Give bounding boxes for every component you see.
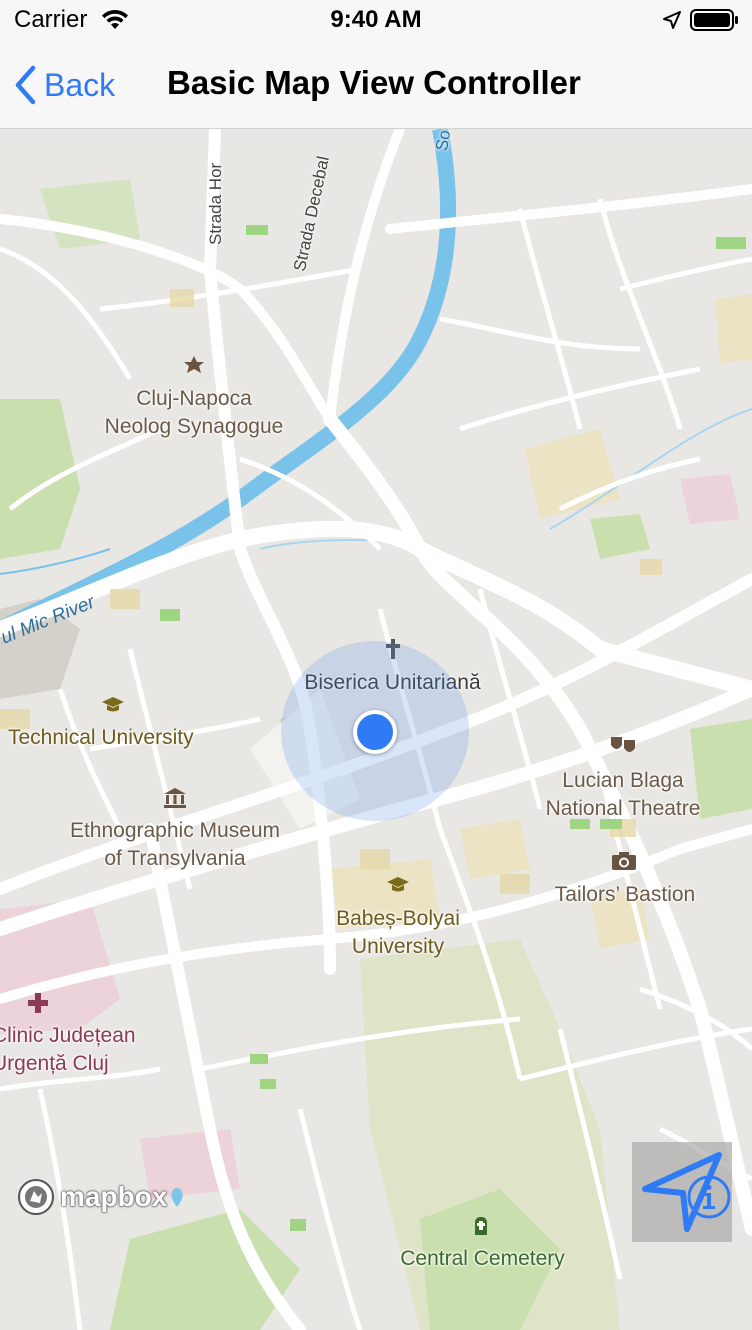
poi-babes-bolyai-label[interactable]: Babeș-Bolyai University xyxy=(308,905,488,961)
chevron-left-icon xyxy=(15,65,36,105)
navigation-bar: Back Basic Map View Controller xyxy=(0,42,752,129)
page-title: Basic Map View Controller xyxy=(167,64,581,101)
back-label: Back xyxy=(44,66,116,103)
battery-icon xyxy=(690,9,738,31)
mapbox-logo[interactable]: mapbox xyxy=(16,1177,187,1217)
camera-icon xyxy=(612,852,636,870)
hospital-icon xyxy=(28,993,48,1013)
poi-cemetery-label[interactable]: Central Cemetery xyxy=(380,1245,585,1273)
graduation-cap-icon xyxy=(102,697,124,712)
poi-technical-university-label[interactable]: Technical University xyxy=(8,724,223,752)
mapbox-pin-icon xyxy=(171,1188,183,1207)
user-location-dot[interactable] xyxy=(353,710,397,754)
graduation-cap-icon xyxy=(387,877,409,892)
museum-icon xyxy=(164,788,186,808)
mapbox-mark-icon xyxy=(18,1179,54,1215)
poi-theatre-label[interactable]: Lucian Blaga National Theatre xyxy=(528,767,718,823)
poi-hospital-label[interactable]: Clinic Județean Urgență Cluj xyxy=(0,1022,172,1078)
screen: Carrier 9:40 AM Back Basic Map View Cont… xyxy=(0,0,752,1330)
theatre-icon xyxy=(611,737,635,752)
status-time: 9:40 AM xyxy=(330,6,422,33)
status-bar: Carrier 9:40 AM xyxy=(0,0,752,42)
mapbox-logo-text: mapbox xyxy=(60,1181,168,1212)
back-button[interactable]: Back xyxy=(14,62,115,108)
poi-bastion-label[interactable]: Tailors’ Bastion xyxy=(535,881,715,909)
poi-museum-label[interactable]: Ethnographic Museum of Transylvania xyxy=(56,817,294,873)
street-label: Strada Hor xyxy=(206,162,225,245)
poi-synagogue-label[interactable]: Cluj-Napoca Neolog Synagogue xyxy=(94,385,294,441)
street-label: So xyxy=(432,129,455,153)
synagogue-icon xyxy=(184,356,204,373)
location-arrow-icon xyxy=(663,11,681,29)
info-circle-icon[interactable] xyxy=(686,1174,732,1220)
cemetery-icon xyxy=(475,1217,487,1235)
map-view[interactable]: Strada Hor Strada Decebal So ul Mic Rive… xyxy=(0,129,752,1330)
